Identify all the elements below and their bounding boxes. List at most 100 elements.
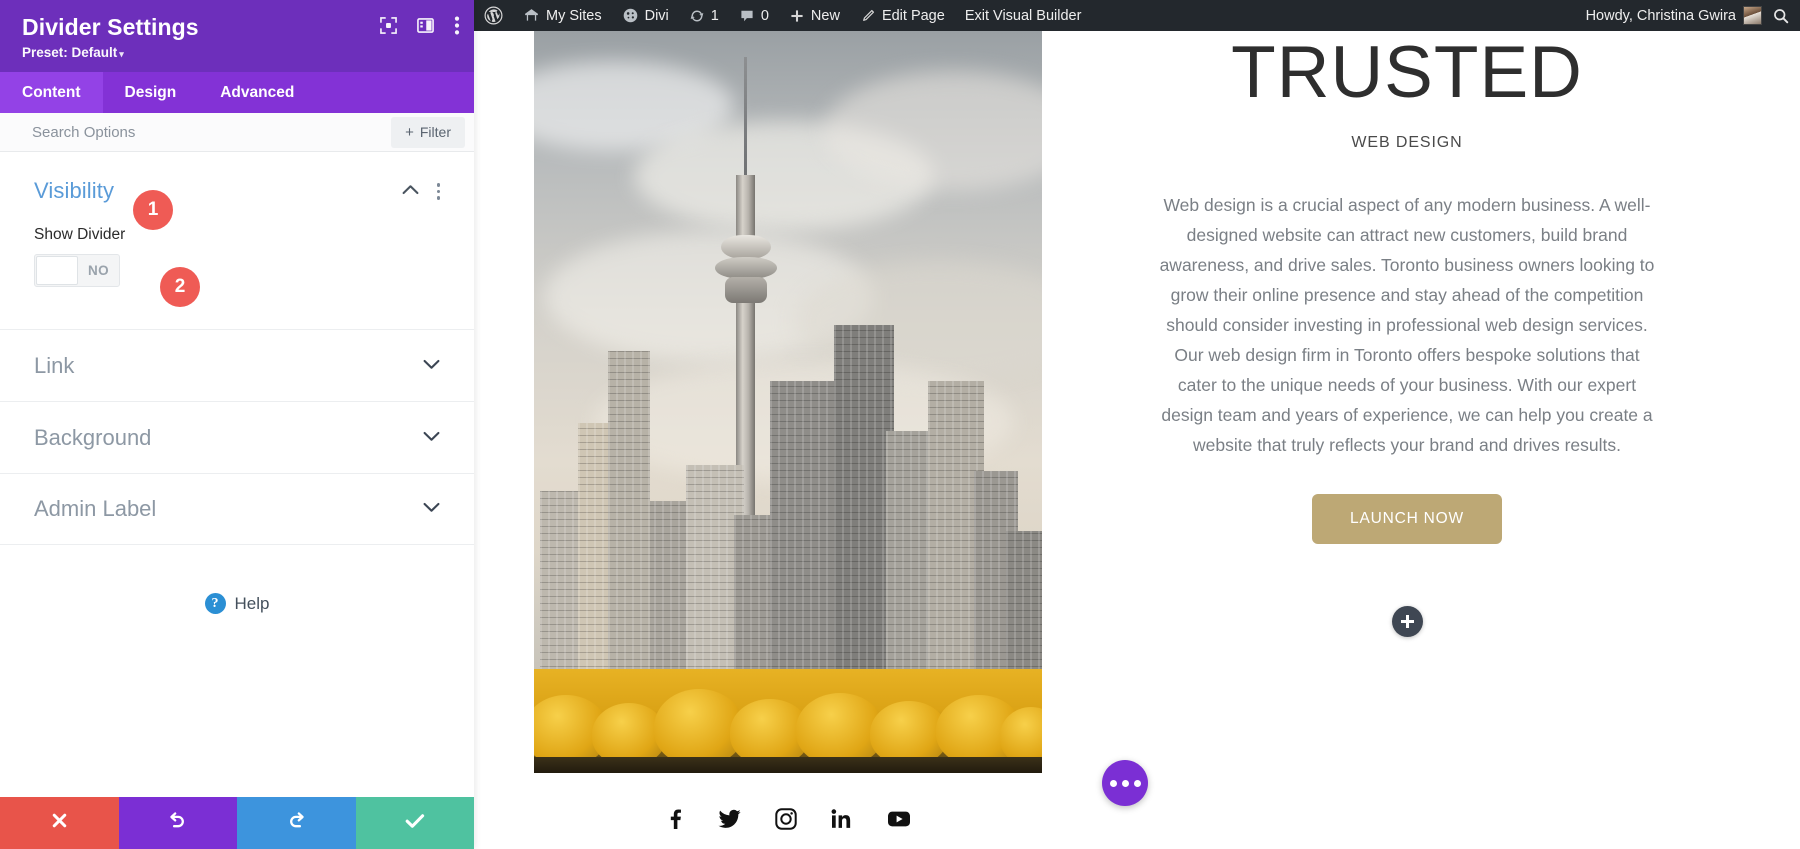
section-title: Background: [34, 425, 151, 451]
ellipsis-icon: [1122, 780, 1129, 787]
admin-bar-item-exit-visual-builder[interactable]: Exit Visual Builder: [955, 0, 1092, 31]
show-divider-toggle[interactable]: NO: [34, 254, 120, 287]
section-header[interactable]: Visibility: [34, 178, 440, 204]
panel-footer: [0, 797, 474, 849]
section-admin-label[interactable]: Admin Label: [0, 473, 474, 545]
toronto-skyline-image: [534, 31, 1042, 773]
autumn-tree-row: [534, 669, 1042, 773]
toggle-state-label: NO: [78, 263, 119, 278]
page-title: TRUSTED: [1098, 35, 1716, 112]
divider-settings-panel: Divider Settings Preset: Default▾: [0, 0, 474, 849]
search-input[interactable]: [0, 124, 391, 141]
chevron-down-icon[interactable]: [423, 500, 440, 518]
field-label: Show Divider: [34, 226, 440, 244]
page-paragraph: Web design is a crucial aspect of any mo…: [1157, 190, 1657, 461]
collapsed-sections: Link Background Admin Label: [0, 329, 474, 545]
divi-icon: [622, 7, 639, 24]
divi-floating-menu-button[interactable]: [1102, 760, 1148, 806]
tab-advanced[interactable]: Advanced: [198, 72, 316, 113]
admin-bar-account[interactable]: Howdy, Christina Gwira: [1576, 0, 1800, 31]
building: [608, 351, 650, 681]
checkmark-icon: [405, 813, 425, 834]
panel-body: Visibility Show Divider: [0, 152, 474, 797]
ellipsis-icon: [1134, 780, 1141, 787]
redo-arrow-icon: [287, 811, 306, 835]
admin-bar-item-updates[interactable]: 1: [679, 0, 729, 31]
kebab-menu-icon[interactable]: [454, 16, 460, 40]
tab-design[interactable]: Design: [103, 72, 199, 113]
tab-content[interactable]: Content: [0, 72, 103, 113]
admin-bar-label: 0: [761, 8, 769, 24]
visual-builder-canvas: TRUSTED WEB DESIGN Web design is a cruci…: [474, 31, 1800, 849]
redo-button[interactable]: [237, 797, 356, 849]
wordpress-logo-icon: [484, 6, 503, 25]
search-bar: + Filter: [0, 113, 474, 152]
section-kebab-menu-icon[interactable]: [437, 183, 441, 200]
hero-text-column: TRUSTED WEB DESIGN Web design is a cruci…: [1074, 31, 1740, 849]
section-title: Admin Label: [34, 496, 156, 522]
avatar: [1743, 6, 1762, 25]
chevron-down-icon[interactable]: [423, 429, 440, 447]
filter-label: Filter: [420, 124, 451, 140]
chevron-down-icon: ▾: [119, 49, 124, 59]
wordpress-logo-button[interactable]: [474, 0, 513, 31]
twitter-icon[interactable]: [718, 809, 741, 834]
screen: My Sites Divi 1 0 New: [0, 0, 1800, 849]
help-link[interactable]: ? Help: [0, 593, 474, 614]
undo-arrow-icon: [168, 811, 187, 835]
youtube-icon[interactable]: [887, 810, 911, 833]
wp-admin-bar: My Sites Divi 1 0 New: [474, 0, 1800, 31]
undo-button[interactable]: [119, 797, 238, 849]
filter-button[interactable]: + Filter: [391, 117, 465, 148]
howdy-label: Howdy, Christina Gwira: [1576, 0, 1736, 31]
admin-bar-label: New: [811, 8, 840, 24]
save-button[interactable]: [356, 797, 475, 849]
admin-bar-item-divi[interactable]: Divi: [612, 0, 679, 31]
search-icon[interactable]: [1762, 0, 1800, 31]
admin-bar-item-my-sites[interactable]: My Sites: [513, 0, 612, 31]
admin-bar-item-comments[interactable]: 0: [729, 0, 779, 31]
facebook-icon[interactable]: [666, 808, 684, 835]
panel-header-icons: [380, 16, 460, 40]
cancel-button[interactable]: [0, 797, 119, 849]
updates-icon: [689, 8, 705, 24]
section-link[interactable]: Link: [0, 329, 474, 401]
help-question-icon: ?: [205, 593, 226, 614]
chevron-up-icon[interactable]: [402, 182, 419, 200]
panel-header: Divider Settings Preset: Default▾: [0, 0, 474, 72]
section-title: Link: [34, 353, 74, 379]
add-module-button[interactable]: [1392, 606, 1423, 637]
admin-bar-label: Edit Page: [882, 8, 945, 24]
hero-image-column: [534, 31, 1042, 849]
field-show-divider: Show Divider NO: [34, 226, 440, 287]
layout-columns-icon[interactable]: [417, 17, 434, 39]
section-background[interactable]: Background: [0, 401, 474, 473]
admin-bar-label: Exit Visual Builder: [965, 8, 1082, 24]
building: [1006, 531, 1042, 681]
building: [834, 325, 894, 681]
preset-selector[interactable]: Preset: Default▾: [22, 45, 454, 60]
admin-bar-label: 1: [711, 8, 719, 24]
admin-bar-label: My Sites: [546, 8, 602, 24]
x-icon: [51, 812, 68, 834]
plus-icon: +: [405, 125, 414, 140]
admin-bar-item-edit-page[interactable]: Edit Page: [850, 0, 955, 31]
step-badge-1: 1: [133, 190, 173, 230]
panel-tabs: Content Design Advanced: [0, 72, 474, 113]
section-title: Visibility: [34, 178, 114, 204]
step-badge-2: 2: [160, 267, 200, 307]
linkedin-icon[interactable]: [831, 809, 853, 834]
toggle-knob: [36, 256, 78, 285]
fullscreen-icon[interactable]: [380, 17, 397, 39]
chevron-down-icon[interactable]: [423, 357, 440, 375]
plus-circle-icon: [1401, 615, 1414, 628]
admin-bar-item-new[interactable]: New: [779, 0, 850, 31]
comment-bubble-icon: [739, 8, 755, 24]
instagram-icon[interactable]: [775, 808, 797, 835]
help-label: Help: [235, 594, 270, 614]
admin-bar-label: Divi: [645, 8, 669, 24]
section-visibility: Visibility Show Divider: [0, 152, 474, 287]
page-subtitle: WEB DESIGN: [1098, 134, 1716, 152]
launch-now-button[interactable]: LAUNCH NOW: [1312, 494, 1502, 544]
pencil-icon: [860, 8, 876, 24]
